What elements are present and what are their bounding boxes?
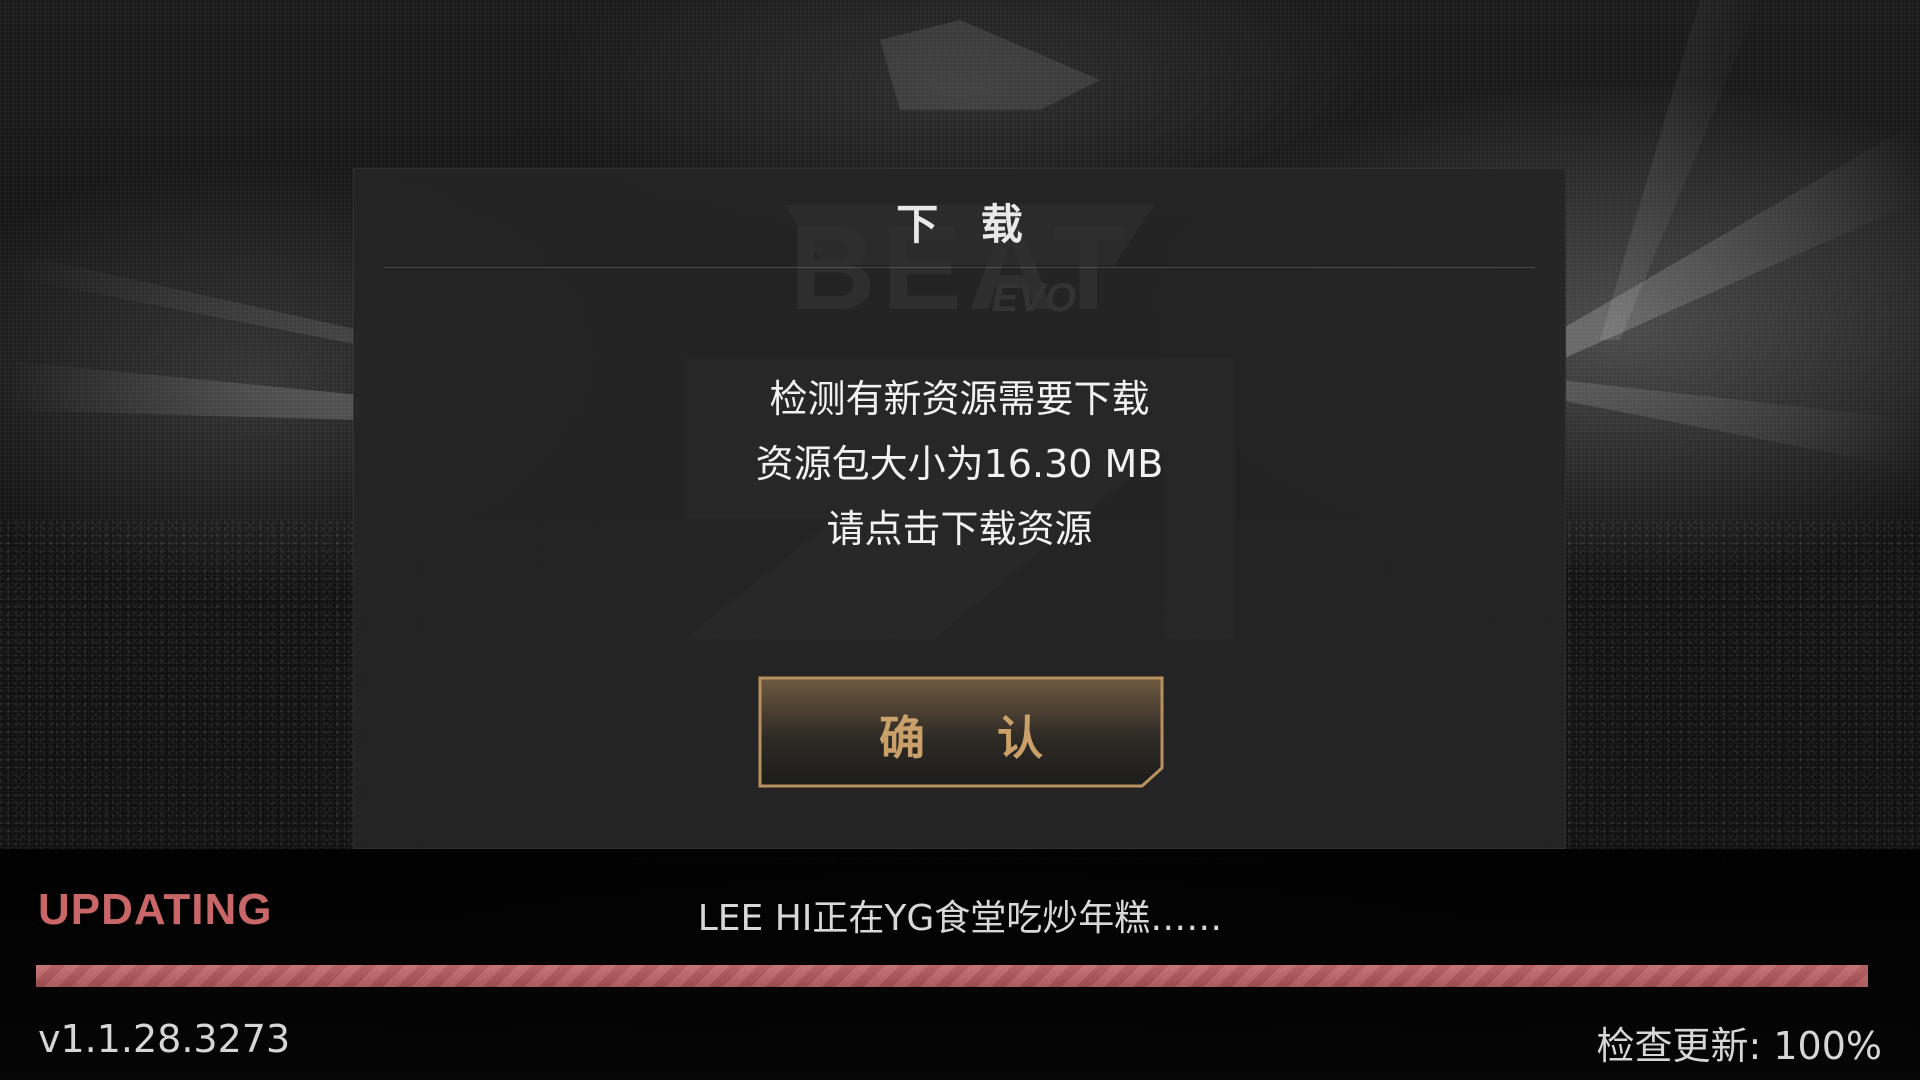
loading-tip: LEE HI正在YG食堂吃炒年糕……: [697, 898, 1223, 939]
message-line-package-size: 资源包大小为16.30 MB: [755, 442, 1164, 486]
download-dialog: BEAT EVO 下 载 检测有新资源需要下载 资源包大小为16.30 MB 请…: [353, 168, 1566, 849]
version-label: v1.1.28.3273: [38, 1017, 291, 1061]
progress-bar: [36, 965, 1868, 987]
dialog-title: 下 载: [896, 200, 1037, 249]
check-update-status: 检查更新: 100%: [1596, 1024, 1882, 1068]
game-screen: BEAT EVO 下 载 检测有新资源需要下载 资源包大小为16.30 MB 请…: [0, 0, 1920, 1080]
loading-status-bar: UPDATING LEE HI正在YG食堂吃炒年糕…… v1.1.28.3273…: [0, 849, 1920, 1080]
confirm-button-label: 确 认: [878, 711, 1071, 765]
dialog-divider: [384, 267, 1535, 268]
svg-text:EVO: EVO: [992, 276, 1076, 320]
message-line-click-download: 请点击下载资源: [826, 507, 1093, 551]
message-line-new-resources: 检测有新资源需要下载: [769, 377, 1150, 421]
dialog-message: 检测有新资源需要下载 资源包大小为16.30 MB 请点击下载资源: [354, 367, 1565, 562]
confirm-button[interactable]: 确 认: [758, 676, 1164, 788]
progress-bar-fill: [36, 965, 1868, 987]
